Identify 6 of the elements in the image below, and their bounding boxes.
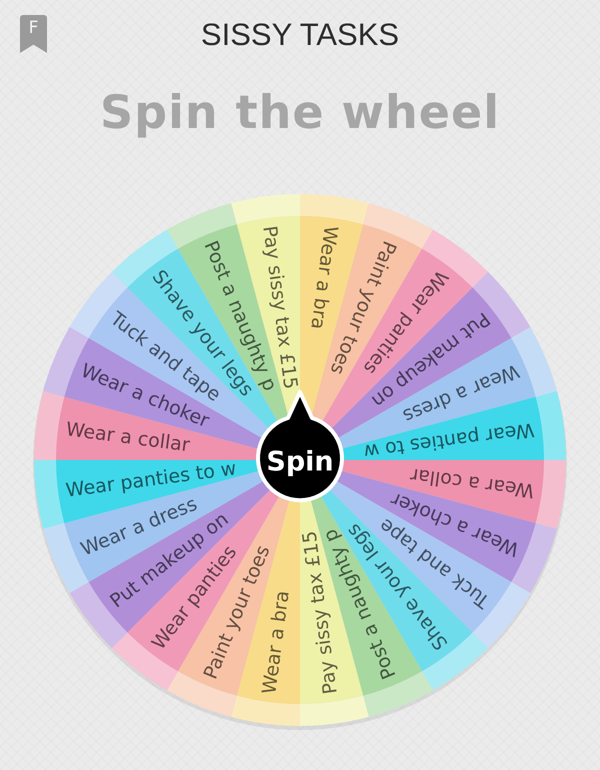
segment-label: Wear a bra (306, 224, 342, 331)
app-title: SISSY TASKS (200, 17, 400, 53)
page-heading: Spin the wheel (100, 84, 500, 141)
segment-label: Wear a bra (258, 589, 294, 696)
bookmark-badge: F (20, 15, 47, 53)
spin-button[interactable]: Spin (256, 390, 344, 502)
